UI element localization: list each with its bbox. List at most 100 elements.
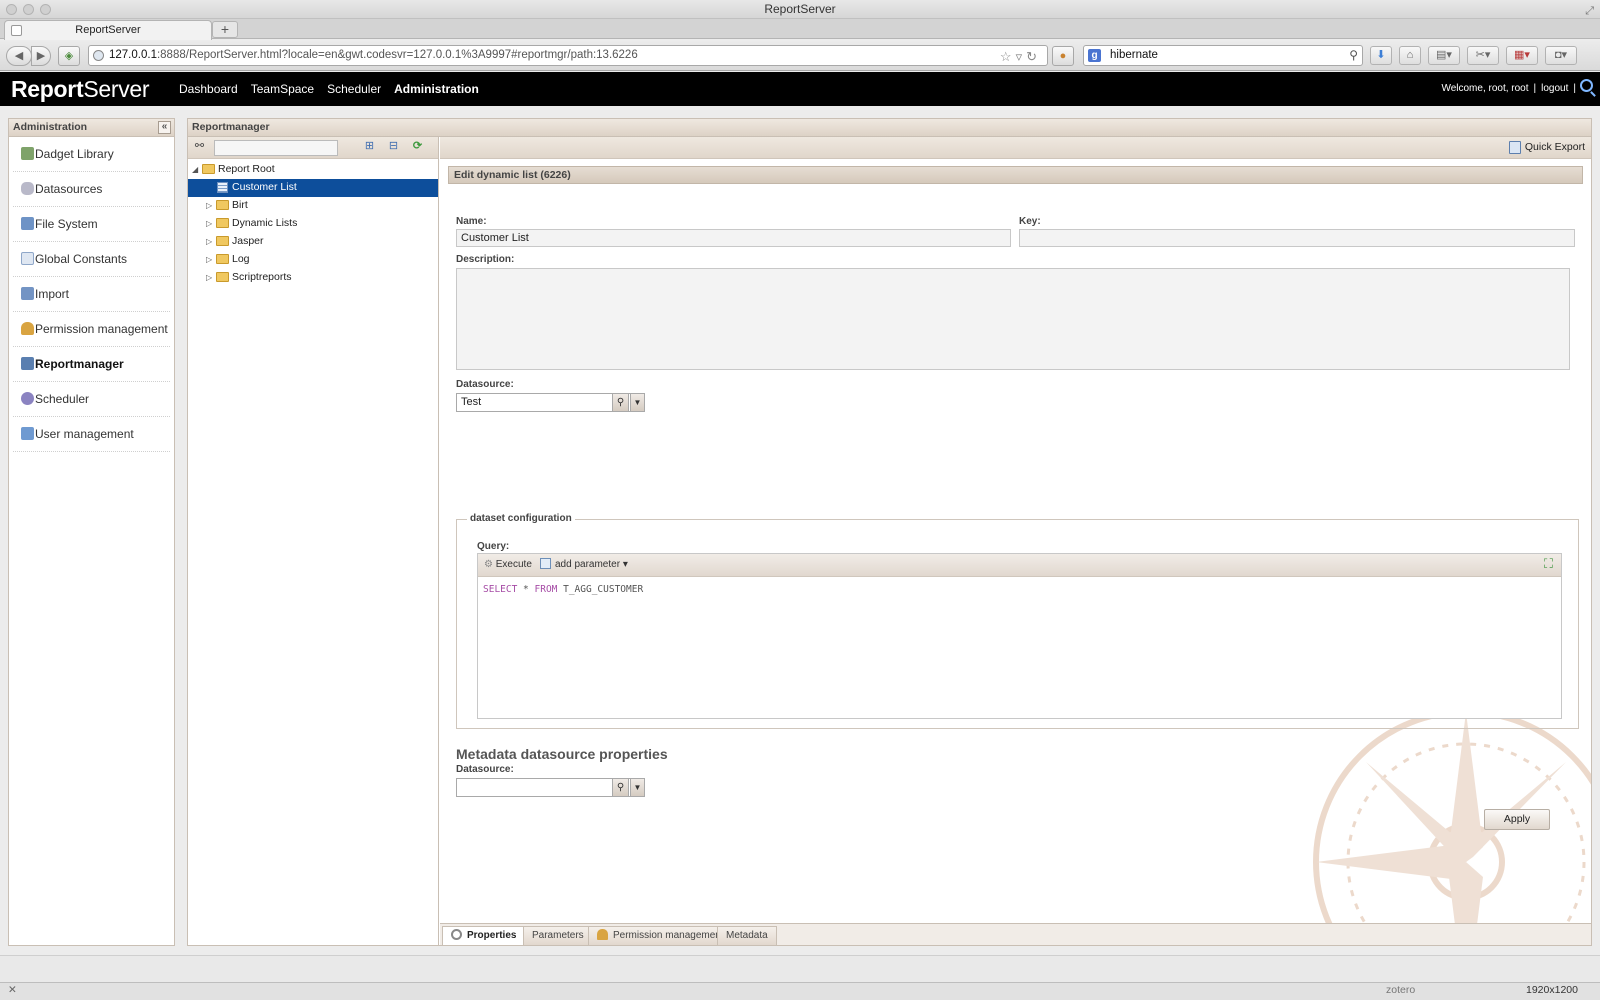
browser-tab[interactable]: ReportServer [4,20,212,40]
expand-arrow-icon[interactable]: ▷ [206,251,212,268]
tree-node-label: Log [232,253,250,265]
minimize-window-button[interactable] [23,4,34,15]
pocket-icon[interactable]: ◘▾ [1545,46,1577,65]
query-code[interactable]: SELECT * FROM T_AGG_CUSTOMER [478,577,1561,602]
zoom-window-button[interactable] [40,4,51,15]
quick-export-button[interactable]: Quick Export [1508,141,1585,154]
tree-node-dynamic-lists[interactable]: ▷ Dynamic Lists [188,215,438,233]
sidebar-item-label: User management [35,427,134,441]
tab-permission-management[interactable]: Permission management [588,926,733,945]
report-tree: ◢ Report Root Customer List ▷ Birt ▷ Dyn… [188,159,438,287]
file-system-icon [21,217,34,230]
home-icon[interactable]: ⌂ [1399,46,1421,65]
sidebar-item-label: Dadget Library [35,147,114,161]
report-tree-pane: ⚯ ⊞ ⊟ ⟳ ◢ Report Root Customer List ▷ Bi… [188,137,439,945]
tree-node-log[interactable]: ▷ Log [188,251,438,269]
sidebar-item-global-constants[interactable]: Global Constants [13,242,170,277]
tree-node-birt[interactable]: ▷ Birt [188,197,438,215]
query-editor[interactable]: ⚙ Execute add parameter ▾ ⛶ SELECT * FRO… [477,553,1562,719]
tree-toolbar: ⚯ ⊞ ⊟ ⟳ [188,137,438,159]
tree-node-customer-list[interactable]: Customer List [188,179,438,197]
gear-icon: ⚙ [484,559,496,570]
zotero-button[interactable]: zotero [1386,984,1415,996]
panel-title: Administration [13,121,88,133]
home-sync-button[interactable]: ◈ [58,46,80,66]
downloads-icon[interactable]: ⬇ [1370,46,1392,65]
sidebar-item-file-system[interactable]: File System [13,207,170,242]
url-actions[interactable]: ☆▿↻ [1000,47,1041,65]
sidebar-item-label: Scheduler [35,392,90,406]
sidebar-item-import[interactable]: Import [13,277,170,312]
expand-all-icon[interactable]: ⊞ [363,141,376,154]
chevron-down-icon[interactable]: ▼ [630,393,645,412]
window-controls[interactable] [6,4,51,15]
tree-filter-input[interactable] [214,140,338,156]
tree-node-jasper[interactable]: ▷ Jasper [188,233,438,251]
close-window-button[interactable] [6,4,17,15]
tree-node-label: Scriptreports [232,271,292,283]
execute-button[interactable]: ⚙ Execute [484,558,532,572]
tab-properties[interactable]: Properties [442,926,526,945]
add-parameter-button[interactable]: add parameter ▾ [540,558,628,572]
search-icon[interactable]: ⚲ [612,393,629,412]
apply-button[interactable]: Apply [1484,809,1550,830]
nav-dashboard[interactable]: Dashboard [179,82,238,96]
reload-icon[interactable]: ⟳ [411,141,424,154]
key-field[interactable] [1019,229,1575,247]
sidebar-item-datasources[interactable]: Datasources [13,172,170,207]
back-button[interactable]: ◀ [6,46,32,66]
sidebar-item-label: Global Constants [35,252,128,266]
search-engine-icon[interactable]: g [1088,49,1101,62]
datasources-icon [21,182,34,195]
sidebar-item-dadget-library[interactable]: Dadget Library [13,137,170,172]
datasource-value: Test [461,396,482,408]
bookmarks-menu-icon[interactable]: ▤▾ [1428,46,1460,65]
binoculars-icon[interactable]: ⚯ [193,141,206,154]
collapse-icon[interactable]: « [158,121,171,134]
close-icon[interactable]: ✕ [8,984,17,996]
search-icon[interactable]: ⚲ [1349,46,1358,65]
nav-teamspace[interactable]: TeamSpace [251,82,314,96]
collapse-all-icon[interactable]: ⊟ [387,141,400,154]
search-icon[interactable]: ⚲ [612,778,629,797]
url-bar[interactable]: 127.0.0.1:8888/ReportServer.html?locale=… [88,45,1048,66]
nav-scheduler[interactable]: Scheduler [327,82,381,96]
dadget-library-icon [21,147,34,160]
expand-arrow-icon[interactable]: ▷ [206,215,212,232]
expand-arrow-icon[interactable]: ◢ [192,161,198,178]
reportmanager-panel: Reportmanager ⚯ ⊞ ⊟ ⟳ ◢ Report Root Cust… [187,118,1592,946]
sidebar-item-permission-management[interactable]: Permission management [13,312,170,347]
tree-node-report-root[interactable]: ◢ Report Root [188,161,438,179]
browser-navbar: ◀ ▶ ◈ 127.0.0.1:8888/ReportServer.html?l… [0,40,1600,71]
dataset-configuration-legend: dataset configuration [467,513,575,524]
import-icon [21,287,34,300]
datasource-selector[interactable]: Test ⚲ ▼ [456,393,645,412]
search-icon[interactable] [1580,79,1593,92]
name-field[interactable]: Customer List [456,229,1011,247]
sidebar-item-reportmanager[interactable]: Reportmanager [13,347,170,382]
fullscreen-editor-icon[interactable]: ⛶ [1544,557,1553,571]
sidebar-item-scheduler[interactable]: Scheduler [13,382,170,417]
description-field[interactable] [456,268,1570,370]
addon-button[interactable]: ● [1052,46,1074,66]
user-area: Welcome, root, root | logout | [1441,83,1576,94]
tree-node-scriptreports[interactable]: ▷ Scriptreports [188,269,438,287]
tools-menu-icon[interactable]: ✂▾ [1467,46,1499,65]
metadata-datasource-selector[interactable]: ⚲ ▼ [456,778,645,797]
expand-arrow-icon[interactable]: ▷ [206,233,212,250]
dropdown-caret-icon: ▾ [622,559,628,570]
chevron-down-icon[interactable]: ▼ [630,778,645,797]
site-identity-icon[interactable] [93,50,104,61]
expand-arrow-icon[interactable]: ▷ [206,269,212,286]
nav-administration[interactable]: Administration [394,82,479,96]
logout-link[interactable]: logout [1541,83,1568,94]
sidebar-item-user-management[interactable]: User management [13,417,170,452]
browser-search-input[interactable]: g hibernate ⚲ [1083,45,1363,66]
new-tab-button[interactable]: + [212,21,238,38]
forward-button[interactable]: ▶ [31,46,51,66]
separator: | [1533,83,1537,94]
tab-parameters[interactable]: Parameters [523,926,593,945]
expand-arrow-icon[interactable]: ▷ [206,197,212,214]
extension-icon[interactable]: ▦▾ [1506,46,1538,65]
tab-metadata[interactable]: Metadata [717,926,777,945]
